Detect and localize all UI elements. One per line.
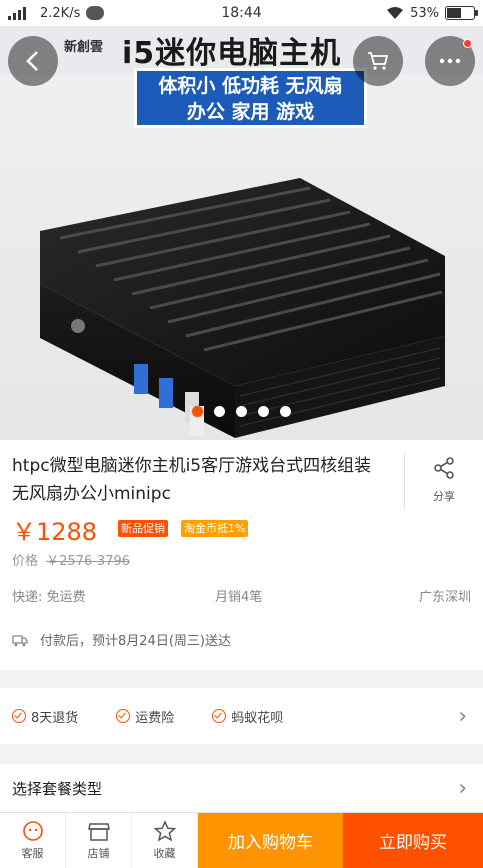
bottom-action-bar: 客服 店铺 收藏 加入购物车 立即购买: [0, 812, 483, 868]
status-bar: 2.2K/s 18:44 53%: [0, 0, 483, 26]
truck-icon: [12, 634, 28, 646]
service-item: 蚂蚁花呗: [212, 707, 283, 726]
check-circle-icon: [116, 709, 131, 723]
price: ￥1288: [12, 518, 98, 546]
wechat-icon: [86, 6, 105, 20]
delivery-estimate: 付款后，预计8月24日(周三)送达: [12, 630, 231, 649]
tab-favorite[interactable]: 收藏: [132, 813, 198, 868]
carousel-dot[interactable]: [258, 406, 269, 417]
shipping-fee: 快递: 免运费: [12, 590, 86, 605]
service-label: 运费险: [135, 710, 175, 726]
wifi-icon: [387, 7, 404, 19]
back-chevron-icon: [26, 51, 38, 71]
chevron-right-icon: ›: [458, 703, 467, 729]
original-price: 价格 ￥2576-3796: [12, 550, 130, 569]
back-button[interactable]: [8, 36, 58, 86]
star-icon: [153, 820, 176, 842]
battery-icon: [445, 6, 478, 20]
share-label: 分享: [433, 490, 455, 503]
signal-icon: [8, 6, 26, 20]
carousel-dot[interactable]: [214, 406, 225, 417]
carousel-dot[interactable]: [280, 406, 291, 417]
share-icon: [434, 457, 454, 479]
carousel-dot[interactable]: [192, 406, 203, 417]
tab-label: 店铺: [87, 847, 110, 860]
network-speed: 2.2K/s: [40, 5, 81, 21]
carousel-dot[interactable]: [236, 406, 247, 417]
package-label: 选择套餐类型: [12, 779, 103, 798]
coin-badge: 淘金币抵1%: [181, 520, 249, 537]
share-button[interactable]: 分享: [404, 452, 483, 510]
more-button[interactable]: [425, 36, 475, 86]
promo-badge: 新品促销: [118, 520, 168, 537]
service-item: 8天退货: [12, 707, 78, 726]
battery-percent: 53%: [410, 5, 439, 21]
more-dots-icon: [439, 58, 461, 64]
product-image: [40, 178, 445, 438]
check-circle-icon: [12, 709, 26, 723]
tab-customer-service[interactable]: 客服: [0, 813, 66, 868]
carousel-dots: [0, 406, 483, 417]
product-title: htpc微型电脑迷你主机i5客厅游戏台式四核组装无风扇办公小minipc: [12, 456, 372, 504]
service-label: 蚂蚁花呗: [231, 710, 284, 726]
add-to-cart-button[interactable]: 加入购物车: [198, 813, 343, 868]
product-info: htpc微型电脑迷你主机i5客厅游戏台式四核组装无风扇办公小minipc 分享 …: [0, 440, 483, 670]
package-selector[interactable]: 选择套餐类型 ›: [0, 764, 483, 812]
notification-dot: [463, 39, 472, 48]
cart-icon: [368, 52, 389, 70]
delivery-text: 付款后，预计8月24日(周三)送达: [40, 634, 231, 649]
customer-service-icon: [22, 821, 43, 841]
service-guarantees[interactable]: 8天退货 运费险 蚂蚁花呗 ›: [0, 688, 483, 744]
chevron-right-icon: ›: [458, 775, 467, 801]
service-item: 运费险: [116, 707, 174, 726]
product-image-carousel[interactable]: 新創雲 i5迷你电脑主机 体积小 低功耗 无风扇 办公 家用 游戏: [0, 26, 483, 440]
store-icon: [87, 823, 110, 841]
location: 广东深圳: [418, 590, 471, 605]
check-circle-icon: [212, 709, 227, 723]
tab-label: 客服: [21, 847, 44, 860]
tab-label: 收藏: [153, 847, 176, 860]
clock: 18:44: [221, 5, 262, 21]
original-price-label: 价格: [12, 554, 39, 569]
service-label: 8天退货: [31, 710, 79, 726]
buy-now-button[interactable]: 立即购买: [343, 813, 483, 868]
status-right: 53%: [386, 5, 478, 21]
monthly-sales: 月销4笔: [215, 590, 263, 605]
status-left: 2.2K/s: [8, 5, 105, 21]
original-price-value: ￥2576-3796: [46, 554, 131, 569]
cart-button[interactable]: [353, 36, 403, 86]
tab-store[interactable]: 店铺: [66, 813, 132, 868]
